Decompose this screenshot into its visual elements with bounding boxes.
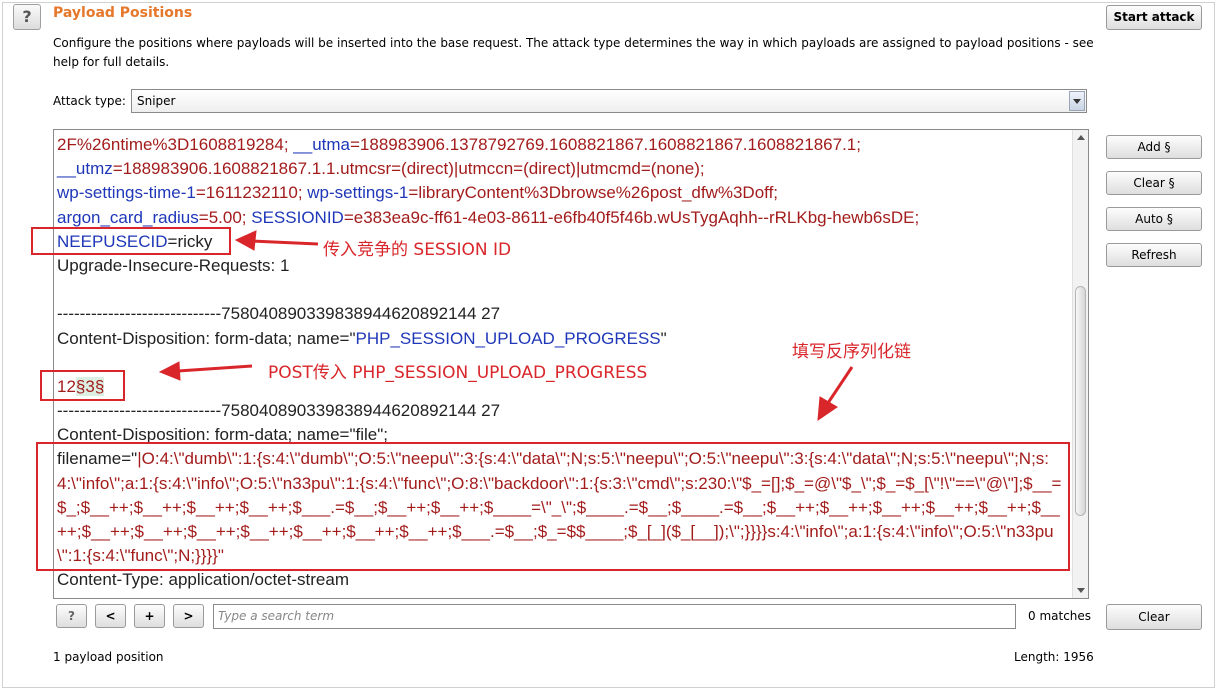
search-prev-button[interactable]: < [95,604,126,628]
match-count: 0 matches [1028,609,1092,623]
attack-type-label: Attack type: [53,94,126,108]
payload-position-count: 1 payload position [53,650,164,664]
search-input[interactable]: Type a search term [213,604,1016,629]
request-length: Length: 1956 [1014,650,1094,664]
start-attack-button[interactable]: Start attack [1106,5,1202,30]
request-line: wp-settings-time-1=1611232110; wp-settin… [57,183,779,203]
attack-type-value: Sniper [137,94,176,108]
search-clear-button[interactable]: Clear [1106,604,1202,630]
chevron-down-icon[interactable] [1069,91,1085,111]
request-line: -----------------------------75804089033… [57,401,501,421]
session-id-annotation: 传入竞争的 SESSION ID [323,240,512,260]
help-button[interactable]: ? [13,4,41,30]
refresh-button[interactable]: Refresh [1106,243,1202,267]
section-description: Configure the positions where payloads w… [53,36,1094,69]
attack-type-select[interactable]: Sniper [131,89,1087,113]
request-line: -----------------------------75804089033… [57,304,501,324]
auto-markers-button[interactable]: Auto § [1106,207,1202,231]
clear-markers-button[interactable]: Clear § [1106,171,1202,195]
upload-progress-annotation: POST传入 PHP_SESSION_UPLOAD_PROGRESS [268,363,648,383]
request-line: __utmz=188983906.1608821867.1.1.utmcsr=(… [57,159,705,179]
request-line: Upgrade-Insecure-Requests: 1 [57,255,290,275]
payload-marker-highlight-box [40,370,125,401]
add-marker-button[interactable]: Add § [1106,135,1202,159]
editor-scrollbar[interactable] [1072,130,1088,598]
section-title: Payload Positions [53,5,193,21]
scrollbar-thumb[interactable] [1075,286,1086,516]
request-line: Content-Disposition: form-data; name="PH… [57,328,667,348]
search-add-button[interactable]: + [134,604,165,628]
request-line: 2F%26ntime%3D1608819284; __utma=18898390… [57,135,861,154]
search-next-button[interactable]: > [173,604,204,628]
request-line-blank [57,278,1069,302]
search-help-button[interactable]: ? [56,604,87,628]
scroll-down-icon[interactable] [1073,584,1088,598]
request-line: Content-Type: application/octet-stream [57,570,349,590]
serialize-chain-annotation: 填写反序列化链 [792,342,911,362]
session-id-highlight-box [31,227,231,255]
scroll-up-icon[interactable] [1073,130,1088,144]
serialized-chain-highlight-box [36,442,1070,571]
